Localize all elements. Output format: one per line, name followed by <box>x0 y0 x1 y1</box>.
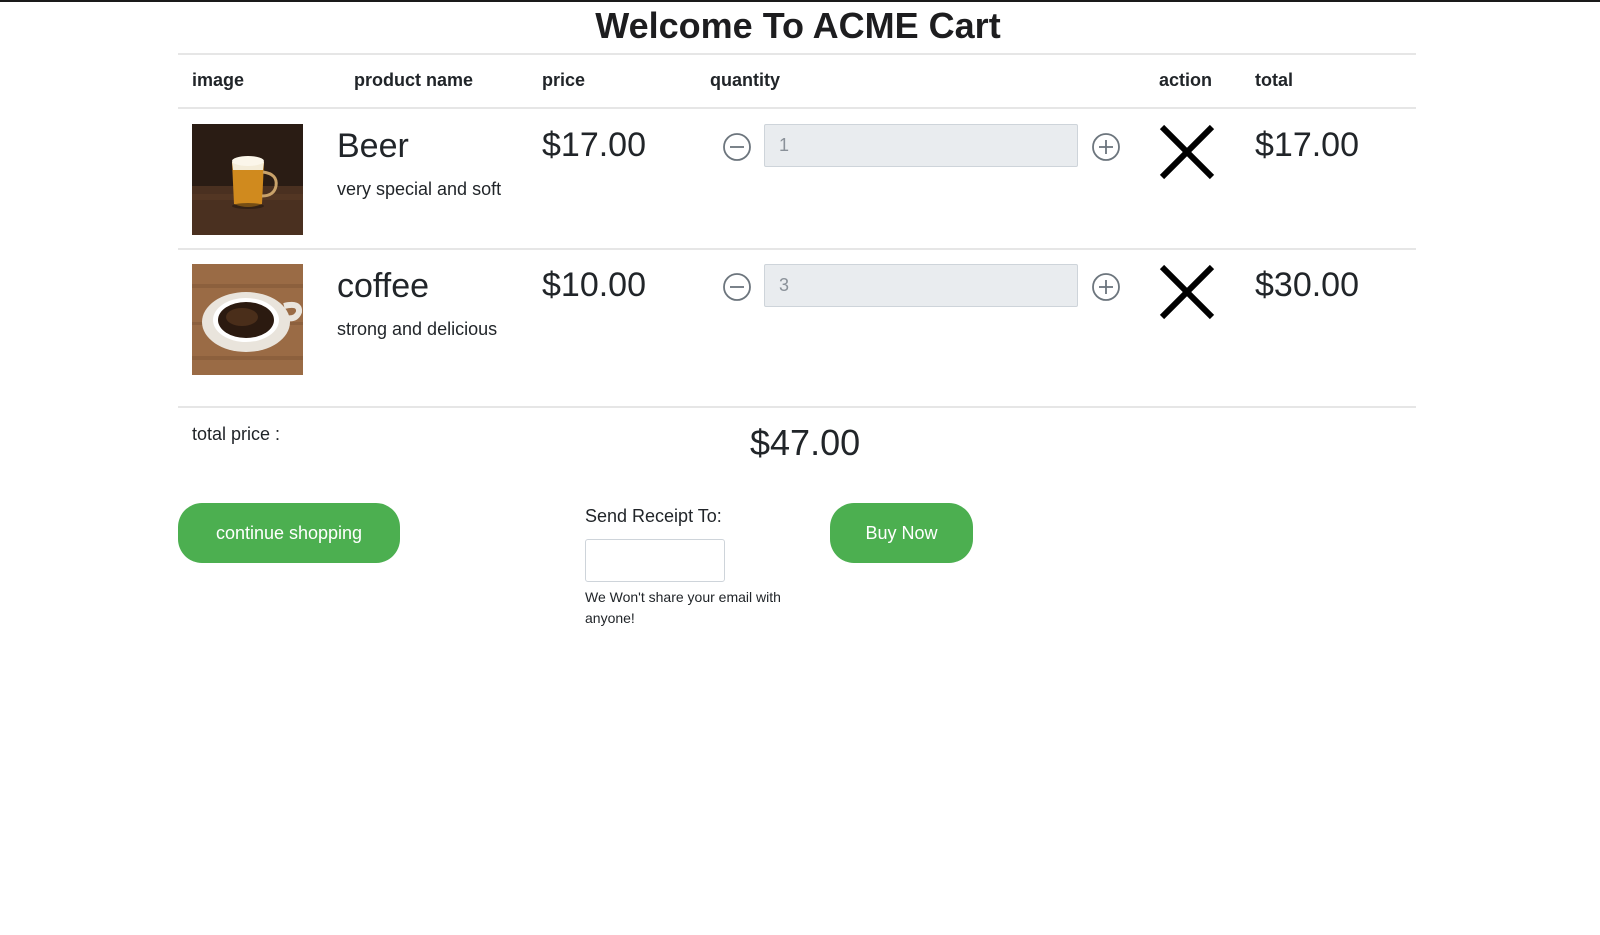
x-icon[interactable] <box>1158 123 1216 181</box>
top-border <box>0 0 1600 2</box>
product-description: strong and delicious <box>337 319 498 339</box>
column-header-quantity: quantity <box>710 70 780 90</box>
minus-circle-icon[interactable] <box>722 272 752 302</box>
row-divider <box>178 248 1416 250</box>
table-header-divider <box>178 107 1416 109</box>
continue-shopping-button[interactable]: continue shopping <box>178 503 400 563</box>
plus-circle-icon[interactable] <box>1091 132 1121 162</box>
plus-circle-icon[interactable] <box>1091 272 1121 302</box>
product-name: coffee <box>337 267 430 305</box>
product-price: $10.00 <box>542 266 646 304</box>
grand-total: $47.00 <box>750 422 861 463</box>
column-header-price: price <box>542 70 586 90</box>
total-price-label: total price : <box>192 424 281 444</box>
column-header-total: total <box>1255 70 1293 90</box>
product-description: very special and soft <box>337 179 502 199</box>
table-top-divider <box>178 53 1416 55</box>
beer-mug-image <box>192 124 303 235</box>
x-icon[interactable] <box>1158 263 1216 321</box>
summary-divider <box>178 406 1416 408</box>
line-total: $30.00 <box>1255 266 1359 304</box>
buy-now-button[interactable]: Buy Now <box>830 503 973 563</box>
receipt-email-field[interactable] <box>585 539 725 582</box>
quantity-input[interactable]: 1 <box>764 124 1078 167</box>
line-total: $17.00 <box>1255 126 1359 164</box>
minus-circle-icon[interactable] <box>722 132 752 162</box>
column-header-action: action <box>1159 70 1213 90</box>
receipt-privacy-note: We Won't share your email with anyone! <box>585 589 781 626</box>
column-header-image: image <box>192 70 245 90</box>
column-header-product-name: product name <box>354 70 474 90</box>
product-price: $17.00 <box>542 126 646 164</box>
coffee-cup-image <box>192 264 303 375</box>
page-title: Welcome To ACME Cart <box>595 5 1001 46</box>
quantity-input[interactable]: 3 <box>764 264 1078 307</box>
receipt-label: Send Receipt To: <box>585 506 722 526</box>
product-name: Beer <box>337 127 409 165</box>
